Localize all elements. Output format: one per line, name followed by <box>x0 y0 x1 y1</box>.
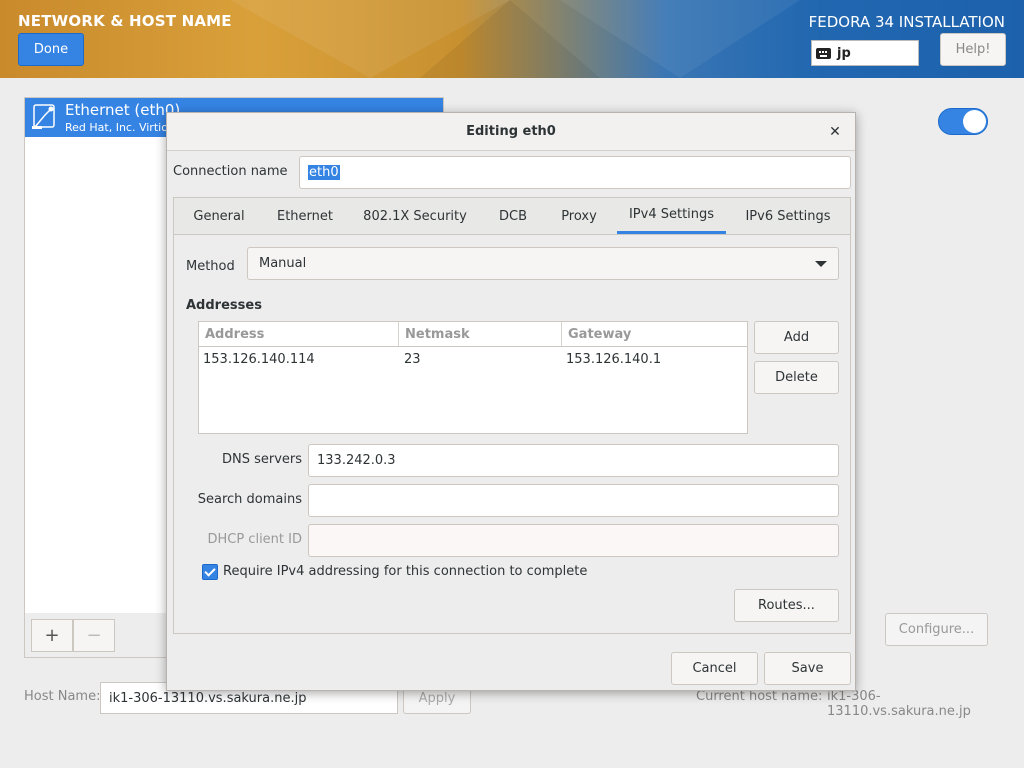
host-name-label: Host Name: <box>24 689 101 704</box>
tab-ipv4-settings[interactable]: IPv4 Settings <box>617 198 726 234</box>
close-icon[interactable]: ✕ <box>825 122 845 142</box>
dialog-title: Editing eth0 <box>466 124 556 139</box>
tab-bar: General Ethernet 802.1X Security DCB Pro… <box>174 198 850 235</box>
keyboard-layout-indicator[interactable]: jp <box>811 40 919 66</box>
connection-name-value: eth0 <box>308 165 340 180</box>
add-device-button[interactable]: + <box>31 619 73 652</box>
tab-general[interactable]: General <box>182 198 256 234</box>
routes-button[interactable]: Routes... <box>734 589 839 622</box>
gateway-cell[interactable]: 153.126.140.1 <box>566 352 661 367</box>
editing-connection-dialog: Editing eth0 ✕ Connection name eth0 Gene… <box>166 112 856 691</box>
column-header-address[interactable]: Address <box>199 322 399 346</box>
delete-address-button[interactable]: Delete <box>754 361 839 394</box>
device-toggle-switch[interactable] <box>938 108 988 135</box>
tab-ethernet[interactable]: Ethernet <box>266 198 344 234</box>
addresses-table[interactable]: Address Netmask Gateway 153.126.140.114 … <box>198 321 748 434</box>
netmask-cell[interactable]: 23 <box>404 352 421 367</box>
save-button[interactable]: Save <box>764 652 851 685</box>
spoke-title: NETWORK & HOST NAME <box>18 12 232 30</box>
header-bar: NETWORK & HOST NAME Done FEDORA 34 INSTA… <box>0 0 1024 78</box>
table-header: Address Netmask Gateway <box>199 322 747 347</box>
connection-name-input[interactable]: eth0 <box>299 156 851 189</box>
addresses-heading: Addresses <box>186 298 262 313</box>
toggle-knob <box>963 110 986 133</box>
settings-notebook: General Ethernet 802.1X Security DCB Pro… <box>173 197 851 634</box>
current-host-name-value: ik1-306-13110.vs.sakura.ne.jp <box>827 689 971 719</box>
keyboard-icon <box>816 47 831 59</box>
require-ipv4-label[interactable]: Require IPv4 addressing for this connect… <box>223 564 587 579</box>
column-header-netmask[interactable]: Netmask <box>399 322 562 346</box>
cancel-button[interactable]: Cancel <box>671 652 758 685</box>
ipv4-settings-pane: Method Manual Addresses Address Netmask … <box>174 235 850 633</box>
configure-button[interactable]: Configure... <box>885 613 988 646</box>
ethernet-icon <box>31 103 57 131</box>
search-domains-input[interactable] <box>308 484 839 517</box>
header-decoration <box>560 0 800 78</box>
dhcp-client-id-input[interactable] <box>308 524 839 557</box>
method-label: Method <box>186 259 235 274</box>
remove-device-button[interactable]: − <box>73 619 115 652</box>
require-ipv4-checkbox[interactable] <box>202 564 218 580</box>
tab-ipv6-settings[interactable]: IPv6 Settings <box>738 198 838 234</box>
dns-servers-label: DNS servers <box>221 452 302 467</box>
help-button[interactable]: Help! <box>940 33 1006 66</box>
current-host-name-label: Current host name: <box>696 689 823 704</box>
dhcp-client-id-label: DHCP client ID <box>207 532 302 547</box>
tab-dcb[interactable]: DCB <box>488 198 538 234</box>
add-address-button[interactable]: Add <box>754 321 839 354</box>
chevron-down-icon <box>815 261 827 267</box>
dns-servers-input[interactable]: 133.242.0.3 <box>308 444 839 477</box>
done-button[interactable]: Done <box>18 33 84 66</box>
column-header-gateway[interactable]: Gateway <box>562 322 747 346</box>
device-name: Ethernet (eth0) <box>65 101 181 119</box>
dialog-title-bar: Editing eth0 ✕ <box>167 113 855 151</box>
tab-proxy[interactable]: Proxy <box>550 198 608 234</box>
keyboard-layout-label: jp <box>837 45 851 61</box>
address-cell[interactable]: 153.126.140.114 <box>203 352 315 367</box>
connection-name-label: Connection name <box>173 164 288 179</box>
method-value: Manual <box>259 256 307 271</box>
method-dropdown[interactable]: Manual <box>247 247 839 280</box>
search-domains-label: Search domains <box>197 492 302 507</box>
product-title: FEDORA 34 INSTALLATION <box>808 13 1005 31</box>
tab-8021x-security[interactable]: 802.1X Security <box>356 198 474 234</box>
